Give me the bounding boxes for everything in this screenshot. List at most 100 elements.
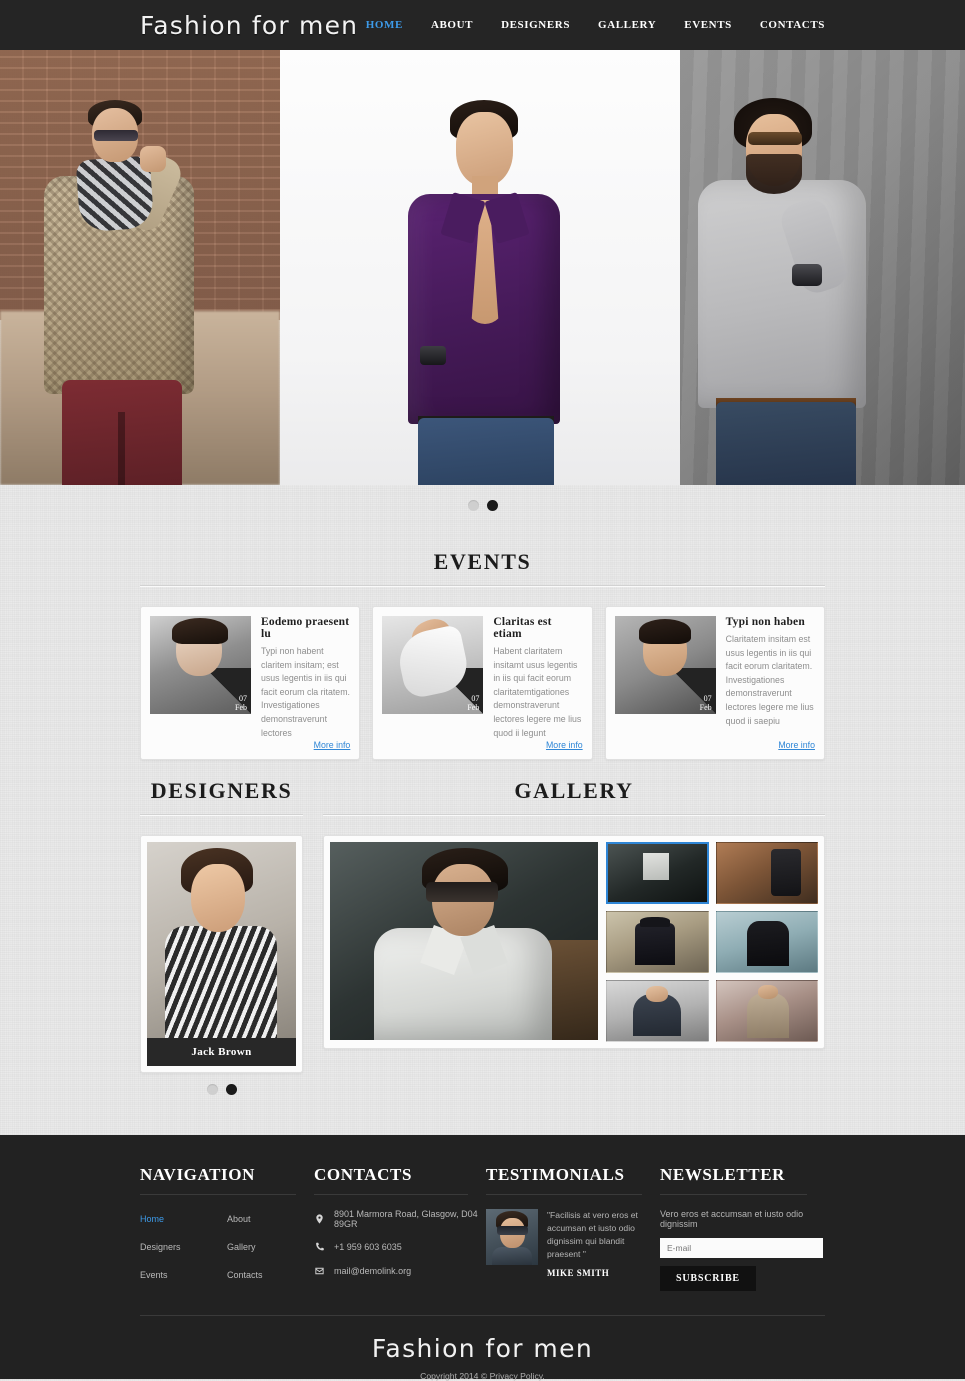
contact-email[interactable]: mail@demolink.org [334, 1266, 411, 1276]
event-thumbnail[interactable]: 07 Feb [382, 616, 484, 714]
footer-navigation-title: NAVIGATION [140, 1165, 296, 1196]
designer-name: Jack Brown [147, 1038, 296, 1067]
site-logo[interactable]: Fashion for men [140, 11, 358, 40]
model-1-sunglasses [94, 130, 138, 141]
event-thumbnail[interactable]: 07 Feb [614, 616, 716, 714]
event-title: Claritas est etiam [493, 616, 552, 640]
gallery-main-image[interactable] [330, 842, 598, 1041]
gallery-column: GALLERY [323, 778, 825, 1095]
slider-dot-2[interactable] [486, 499, 498, 511]
event-title: Typi non haben [725, 616, 805, 628]
designer-card[interactable]: Jack Brown [140, 835, 303, 1074]
designers-title-rule: DESIGNERS [140, 778, 303, 816]
designers-title: DESIGNERS [150, 778, 293, 804]
event-card[interactable]: 07 Feb Eodemo praesent lu Typi non haben… [140, 606, 361, 761]
privacy-policy-link[interactable]: Privacy Policy. [490, 1371, 545, 1381]
gallery-thumbnail[interactable] [715, 980, 818, 1043]
gallery-model-sunglasses [426, 882, 498, 903]
list-item: Designers [140, 1237, 227, 1255]
event-thumbnail[interactable]: 07 Feb [150, 616, 251, 714]
footer-link-home[interactable]: Home [140, 1214, 164, 1224]
nav-item-about[interactable]: ABOUT [431, 19, 473, 31]
footer-navigation-lists: Home Designers Events About Gallery Cont… [140, 1209, 314, 1293]
event-more-info-link[interactable]: More info [546, 740, 583, 750]
event-more-info-link[interactable]: More info [778, 740, 815, 750]
hero-slide-3 [680, 50, 965, 485]
testimonial-content: "Facilisis at vero eros et accumsan et i… [547, 1209, 660, 1278]
gallery-title-rule: GALLERY [323, 778, 825, 816]
nav-item-gallery[interactable]: GALLERY [598, 19, 656, 31]
gallery-thumbnail[interactable] [715, 842, 818, 905]
hero-slider[interactable] [0, 50, 965, 485]
event-month: Feb [699, 703, 712, 712]
slider-dot-1[interactable] [467, 499, 479, 511]
testimonial-quote: "Facilisis at vero eros et accumsan et i… [547, 1210, 638, 1260]
event-date-badge: 07 Feb [669, 668, 716, 714]
newsletter-description: Vero eros et accumsan et iusto odio dign… [660, 1209, 804, 1230]
testimonial-author: MIKE SMITH [547, 1268, 610, 1279]
footer-link-events[interactable]: Events [140, 1270, 168, 1280]
model-2-wristwatch [420, 346, 446, 365]
footer-columns: NAVIGATION Home Designers Events About G… [140, 1165, 825, 1293]
event-card[interactable]: 07 Feb Claritas est etiam Habent clarita… [372, 606, 593, 761]
footer-link-contacts[interactable]: Contacts [227, 1270, 263, 1280]
list-item: Home [140, 1209, 227, 1227]
event-body: Typi non haben Claritatem insitam est us… [726, 616, 815, 750]
hero-slide-2 [280, 50, 680, 485]
nav-item-home[interactable]: HOME [366, 19, 403, 31]
footer-link-gallery[interactable]: Gallery [227, 1242, 256, 1252]
footer-newsletter-title: NEWSLETTER [660, 1165, 807, 1196]
contact-phone-line: +1 959 603 6035 [314, 1241, 486, 1253]
gallery-thumbnail[interactable] [606, 911, 709, 974]
contact-phone[interactable]: +1 959 603 6035 [334, 1242, 402, 1252]
footer-link-designers[interactable]: Designers [140, 1242, 181, 1252]
footer-testimonials-column: TESTIMONIALS "Facilisis at vero eros et … [486, 1165, 660, 1293]
avatar-sunglasses [497, 1226, 528, 1236]
events-section: EVENTS 07 Feb Eodemo praesent lu Typi no… [0, 525, 965, 761]
gallery-thumbnail[interactable] [715, 911, 818, 974]
designers-column: DESIGNERS Jack Brown [140, 778, 303, 1096]
gallery-thumbnail[interactable] [606, 980, 709, 1043]
site-header: Fashion for men HOME ABOUT DESIGNERS GAL… [0, 0, 965, 50]
footer-newsletter-column: NEWSLETTER Vero eros et accumsan et iust… [660, 1165, 825, 1293]
event-more-info-link[interactable]: More info [314, 740, 351, 750]
subscribe-button[interactable]: SUBSCRIBE [660, 1266, 756, 1292]
event-description: Habent claritatem insitamt usus legentis… [493, 646, 582, 738]
footer-testimonials-title: TESTIMONIALS [486, 1165, 642, 1196]
footer-nav-list-2: About Gallery Contacts [227, 1209, 314, 1293]
designer-head [191, 864, 245, 933]
footer-contacts-title: CONTACTS [314, 1165, 468, 1196]
event-card[interactable]: 07 Feb Typi non haben Claritatem insitam… [604, 606, 825, 761]
nav-item-designers[interactable]: DESIGNERS [501, 19, 570, 31]
designer-photo [147, 842, 296, 1039]
gallery-card [323, 835, 825, 1050]
slider-pagination [0, 485, 965, 525]
event-body: Eodemo praesent lu Typi non habent clari… [261, 616, 350, 750]
site-footer: NAVIGATION Home Designers Events About G… [0, 1135, 965, 1381]
designers-dot-1[interactable] [206, 1084, 218, 1096]
footer-logo[interactable]: Fashion for men [140, 1334, 825, 1363]
nav-item-events[interactable]: EVENTS [684, 19, 732, 31]
gallery-title: GALLERY [514, 778, 634, 804]
designers-dot-2[interactable] [225, 1084, 237, 1096]
footer-nav-list-1: Home Designers Events [140, 1209, 227, 1293]
main-navigation: HOME ABOUT DESIGNERS GALLERY EVENTS CONT… [366, 19, 825, 31]
hero-slide-1 [0, 50, 280, 485]
model-3-beard [746, 154, 802, 194]
designers-gallery-section: DESIGNERS Jack Brown GALLERY [0, 760, 965, 1096]
event-day: 07 [471, 694, 480, 703]
gallery-thumbnail-grid [606, 842, 818, 1043]
footer-bottom: Fashion for men Copyright 2014 © Privacy… [140, 1315, 825, 1381]
footer-link-about[interactable]: About [227, 1214, 251, 1224]
event-date-badge: 07 Feb [205, 668, 251, 714]
newsletter-email-input[interactable] [660, 1238, 823, 1259]
list-item: About [227, 1209, 314, 1227]
event-description: Typi non habent claritem insitam; est us… [261, 646, 350, 738]
contact-email-line: mail@demolink.org [314, 1265, 486, 1277]
event-date-badge: 07 Feb [437, 668, 484, 714]
gallery-thumbnail[interactable] [606, 842, 709, 905]
model-3-wristwatch [792, 264, 822, 286]
model-3-sunglasses [748, 132, 802, 145]
model-1-leg-gap [118, 412, 125, 485]
nav-item-contacts[interactable]: CONTACTS [760, 19, 825, 31]
